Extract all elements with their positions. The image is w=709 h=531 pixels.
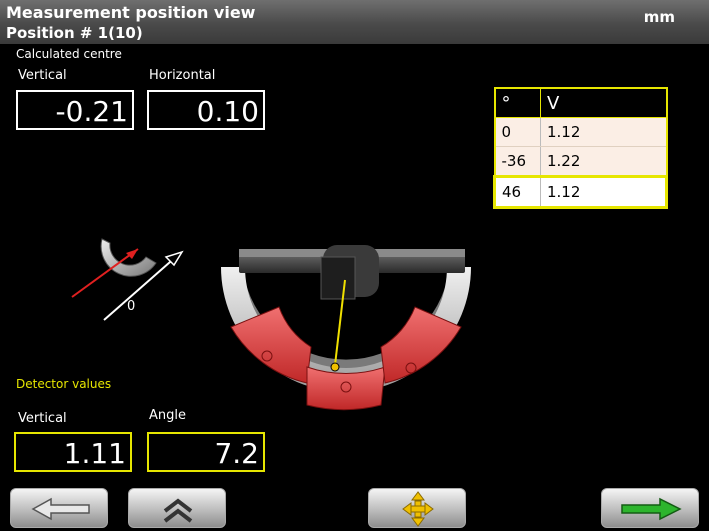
title-bar: Measurement position view Position # 1(1… <box>0 0 709 44</box>
table-row[interactable]: -36 1.22 <box>494 146 667 177</box>
row-angle: 46 <box>493 175 541 209</box>
calculated-centre-label: Calculated centre <box>16 47 122 61</box>
detector-vertical-value: 1.11 <box>14 432 132 472</box>
calculated-horizontal-label: Horizontal <box>149 68 216 83</box>
scroll-up-button[interactable] <box>128 488 226 528</box>
next-button[interactable] <box>601 488 699 528</box>
row-v: 1.22 <box>540 146 667 177</box>
row-angle: 0 <box>494 117 541 147</box>
row-angle: -36 <box>494 146 541 177</box>
indicator-angle-label: 0 <box>127 299 136 314</box>
row-v: 1.12 <box>540 117 667 147</box>
calculated-vertical-label: Vertical <box>18 68 67 83</box>
row-v: 1.12 <box>540 175 668 209</box>
move-button[interactable] <box>368 488 466 528</box>
back-button[interactable] <box>10 488 108 528</box>
double-chevron-up-icon <box>163 498 193 523</box>
left-arrow-icon <box>31 497 90 521</box>
detector-angle-label: Angle <box>149 408 186 423</box>
position-indicator: Position # 1(10) <box>6 24 143 42</box>
unit-label: mm <box>643 8 675 26</box>
calculated-vertical-value: -0.21 <box>16 90 134 130</box>
right-arrow-icon <box>621 497 682 521</box>
measurement-table: ° V 0 1.12 -36 1.22 46 1.12 <box>493 87 668 209</box>
table-row[interactable]: 0 1.12 <box>494 117 667 147</box>
detector-vertical-label: Vertical <box>18 411 67 426</box>
move-arrows-icon <box>402 491 434 527</box>
column-header-v: V <box>540 87 667 118</box>
calculated-horizontal-value: 0.10 <box>147 90 265 130</box>
column-header-angle: ° <box>494 87 541 118</box>
table-row-selected[interactable]: 46 1.12 <box>493 175 668 209</box>
sensor-position-graphic <box>221 245 471 411</box>
detector-angle-value: 7.2 <box>147 432 265 472</box>
detector-values-label: Detector values <box>16 377 112 391</box>
page-title: Measurement position view <box>6 3 256 22</box>
